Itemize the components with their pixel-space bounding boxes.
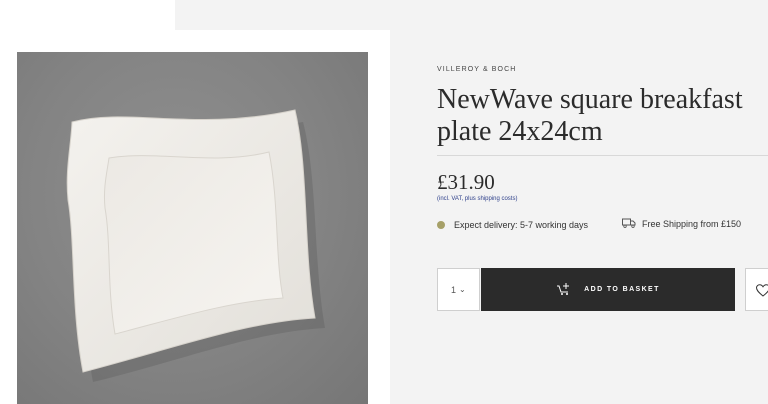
shipping-text: Free Shipping from £150 bbox=[642, 219, 742, 229]
wishlist-button[interactable] bbox=[745, 268, 768, 311]
shipping-info: Free Shipping from £150 bbox=[622, 218, 741, 230]
add-to-basket-button[interactable]: ADD TO BASKET bbox=[481, 268, 735, 311]
product-price: £31.90 bbox=[437, 170, 495, 194]
vat-note[interactable]: (incl. VAT, plus shipping costs) bbox=[437, 196, 517, 202]
title-divider bbox=[437, 155, 768, 156]
add-to-basket-label: ADD TO BASKET bbox=[584, 286, 660, 293]
product-gallery bbox=[0, 30, 390, 404]
brand-name[interactable]: VILLEROY & BOCH bbox=[437, 66, 516, 73]
cart-add-icon bbox=[556, 282, 572, 298]
heart-icon bbox=[756, 284, 768, 297]
product-image[interactable] bbox=[17, 52, 368, 404]
plate-illustration bbox=[66, 109, 325, 382]
truck-icon bbox=[622, 218, 636, 230]
delivery-text: Expect delivery: 5-7 working days bbox=[454, 220, 589, 230]
delivery-info: Expect delivery: 5-7 working days bbox=[437, 220, 588, 230]
chevron-down-icon: ⌄ bbox=[459, 285, 466, 294]
quantity-select[interactable]: 1 ⌄ bbox=[437, 268, 480, 311]
quantity-value: 1 bbox=[451, 284, 457, 295]
product-title: NewWave square breakfast plate 24x24cm bbox=[437, 84, 743, 147]
header-strip bbox=[0, 0, 175, 30]
status-dot-icon bbox=[437, 221, 445, 229]
